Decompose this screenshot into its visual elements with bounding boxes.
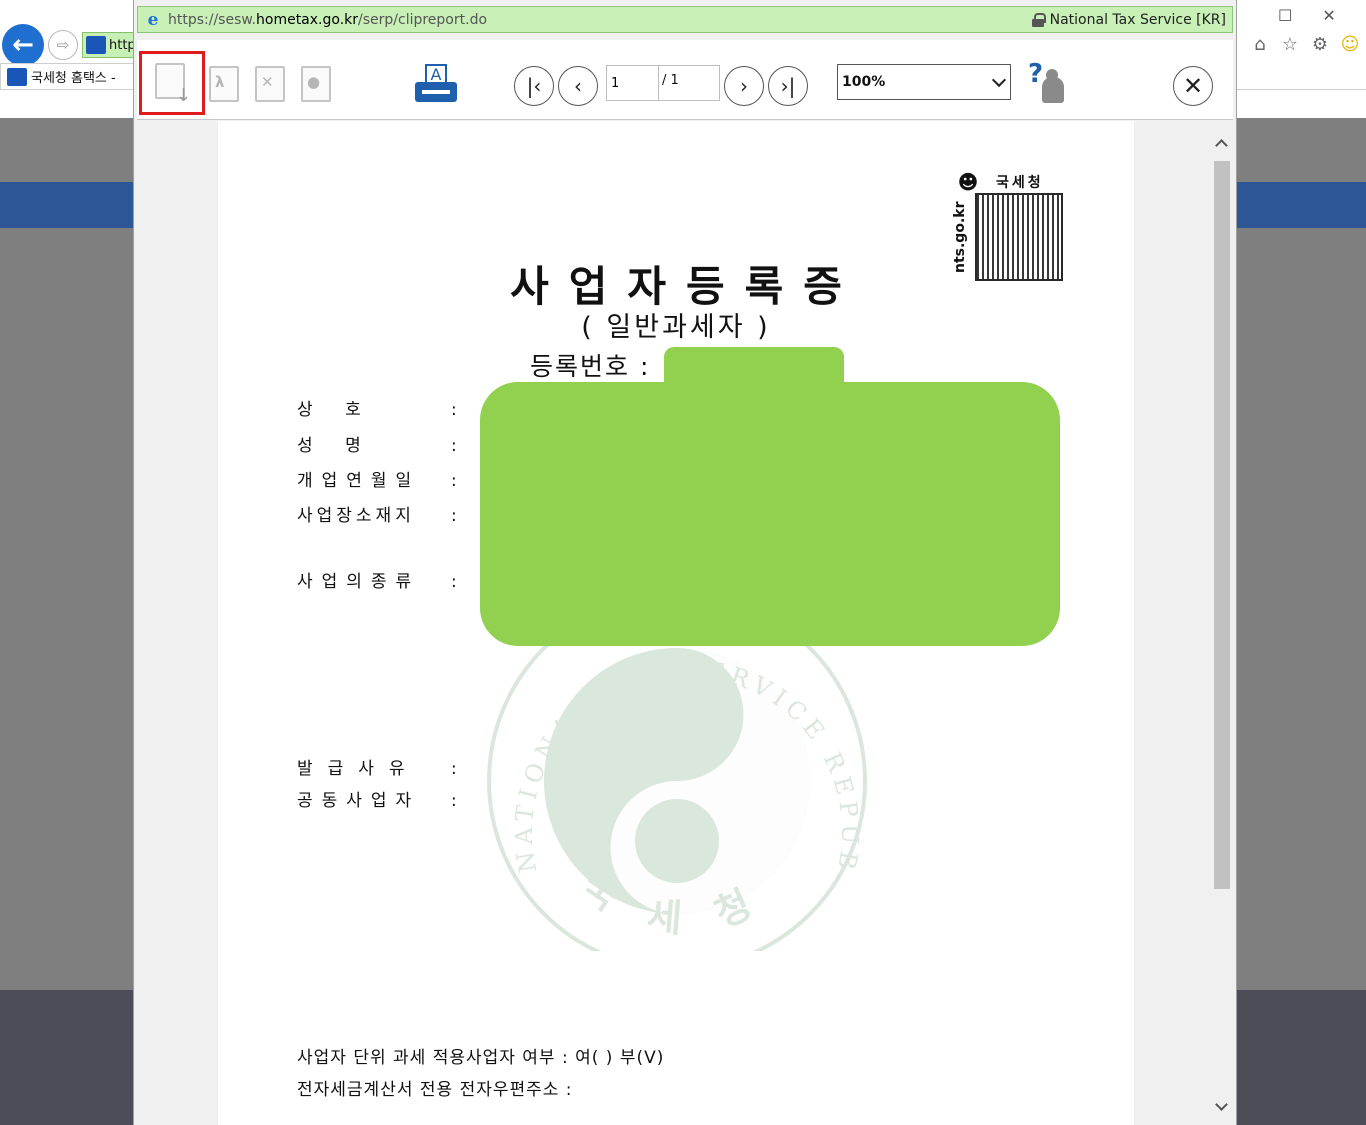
arrow-left-icon: ← (12, 30, 34, 60)
lock-icon[interactable] (1031, 12, 1046, 27)
background-tab-title: 국세청 홈택스 - (31, 71, 116, 86)
hometax-favicon-icon (7, 67, 27, 86)
field-opening-date: 개업연월일: (297, 471, 457, 491)
popup-address-bar[interactable]: e https://sesw.hometax.go.kr/serp/clipre… (137, 6, 1233, 33)
field-issue-reason: 발급사유: (297, 759, 457, 779)
zoom-value: 100% (842, 74, 886, 90)
home-icon[interactable]: ⌂ (1250, 34, 1270, 55)
field-business-address: 사업장소재지: (297, 506, 457, 526)
export-pdf-button[interactable]: λ (206, 64, 246, 108)
chevron-right-icon: › (740, 74, 748, 98)
url-domain: hometax.go.kr (256, 11, 359, 28)
chevron-left-icon: ‹ (574, 74, 582, 98)
certificate-page: NATIONAL TAX SERVICE REPUBLIC OF KOREA 국… (218, 121, 1134, 1125)
field-business-type: 사업의종류: (297, 572, 457, 592)
close-window-icon[interactable]: ✕ (1322, 6, 1335, 25)
first-page-icon: |‹ (526, 74, 542, 98)
window-controls: ☐ ✕ (1278, 6, 1336, 25)
first-page-button[interactable]: |‹ (514, 66, 554, 106)
help-button[interactable]: ? (1026, 59, 1070, 107)
chevron-up-icon (1215, 139, 1228, 152)
gear-icon[interactable]: ⚙ (1310, 34, 1330, 55)
field-trade-name: 상 호: (297, 400, 457, 420)
help-person-icon: ? (1028, 59, 1068, 105)
hwp-icon: ● (301, 66, 335, 106)
hometax-logo-icon (86, 36, 106, 54)
chevron-down-icon (1215, 1098, 1228, 1111)
popup-url: https://sesw.hometax.go.kr/serp/cliprepo… (168, 12, 1032, 28)
field-joint-operator: 공동사업자: (297, 791, 457, 811)
scroll-up-button[interactable] (1210, 133, 1233, 153)
back-button[interactable]: ← (2, 24, 44, 66)
export-excel-button[interactable]: ✕ (252, 64, 292, 108)
vertical-scrollbar[interactable] (1210, 121, 1233, 1125)
close-icon: ✕ (1182, 72, 1204, 100)
zoom-select[interactable]: 100% (837, 64, 1011, 100)
site-identity[interactable]: National Tax Service [KR] (1050, 12, 1226, 28)
nts-logo-name: 국세청 (996, 175, 1044, 191)
excel-icon: ✕ (255, 66, 289, 106)
print-button[interactable]: A (413, 62, 459, 108)
maximize-icon[interactable]: ☐ (1278, 6, 1292, 25)
document-subtitle: ( 일반과세자 ) (581, 312, 771, 343)
total-pages: / 1 (658, 65, 720, 101)
close-viewer-button[interactable]: ✕ (1173, 66, 1213, 106)
redaction-business-details (480, 382, 1060, 646)
feedback-smiley-icon[interactable]: ☺ (1340, 34, 1360, 55)
printer-icon: A (415, 64, 457, 106)
report-toolbar: ↓ λ ✕ ● A |‹ ‹ / 1 › ›| 100% (137, 40, 1233, 120)
last-page-icon: ›| (780, 74, 796, 98)
nts-mascot-icon: ☻ (957, 170, 979, 194)
background-address-text: http (109, 37, 136, 53)
arrow-right-icon: ⇨ (56, 36, 70, 54)
registration-number-label: 등록번호 : (530, 352, 651, 381)
url-prefix: https://sesw. (168, 11, 256, 28)
chevron-down-icon (991, 72, 1007, 87)
internet-explorer-icon: e (147, 9, 159, 30)
url-path: /serp/clipreport.do (358, 11, 488, 28)
previous-page-button[interactable]: ‹ (558, 66, 598, 106)
last-page-button[interactable]: ›| (768, 66, 808, 106)
report-viewport[interactable]: NATIONAL TAX SERVICE REPUBLIC OF KOREA 국… (137, 121, 1233, 1125)
save-file-icon: ↓ (155, 63, 191, 105)
nts-watermark-seal: NATIONAL TAX SERVICE REPUBLIC OF KOREA 국… (485, 621, 867, 951)
report-viewer-popup: e https://sesw.hometax.go.kr/serp/clipre… (133, 0, 1237, 1125)
background-browser-tab[interactable]: 국세청 홈택스 - (0, 63, 140, 89)
export-hwp-button[interactable]: ● (298, 64, 338, 108)
page-number-input[interactable] (606, 65, 658, 101)
field-representative: 성 명: (297, 436, 457, 456)
browser-toolbar-icons: ⌂ ☆ ⚙ ☺ (1250, 34, 1360, 55)
save-button[interactable]: ↓ (139, 51, 205, 115)
forward-button[interactable]: ⇨ (48, 30, 78, 60)
pdf-icon: λ (209, 66, 243, 106)
scroll-thumb[interactable] (1214, 161, 1230, 889)
next-page-button[interactable]: › (724, 66, 764, 106)
e-invoice-email-label: 전자세금계산서 전용 전자우편주소 : (297, 1080, 573, 1100)
scroll-down-button[interactable] (1210, 1097, 1233, 1117)
unit-taxation-status: 사업자 단위 과세 적용사업자 여부 : 여( ) 부(V) (297, 1048, 665, 1068)
favorites-star-icon[interactable]: ☆ (1280, 34, 1300, 55)
